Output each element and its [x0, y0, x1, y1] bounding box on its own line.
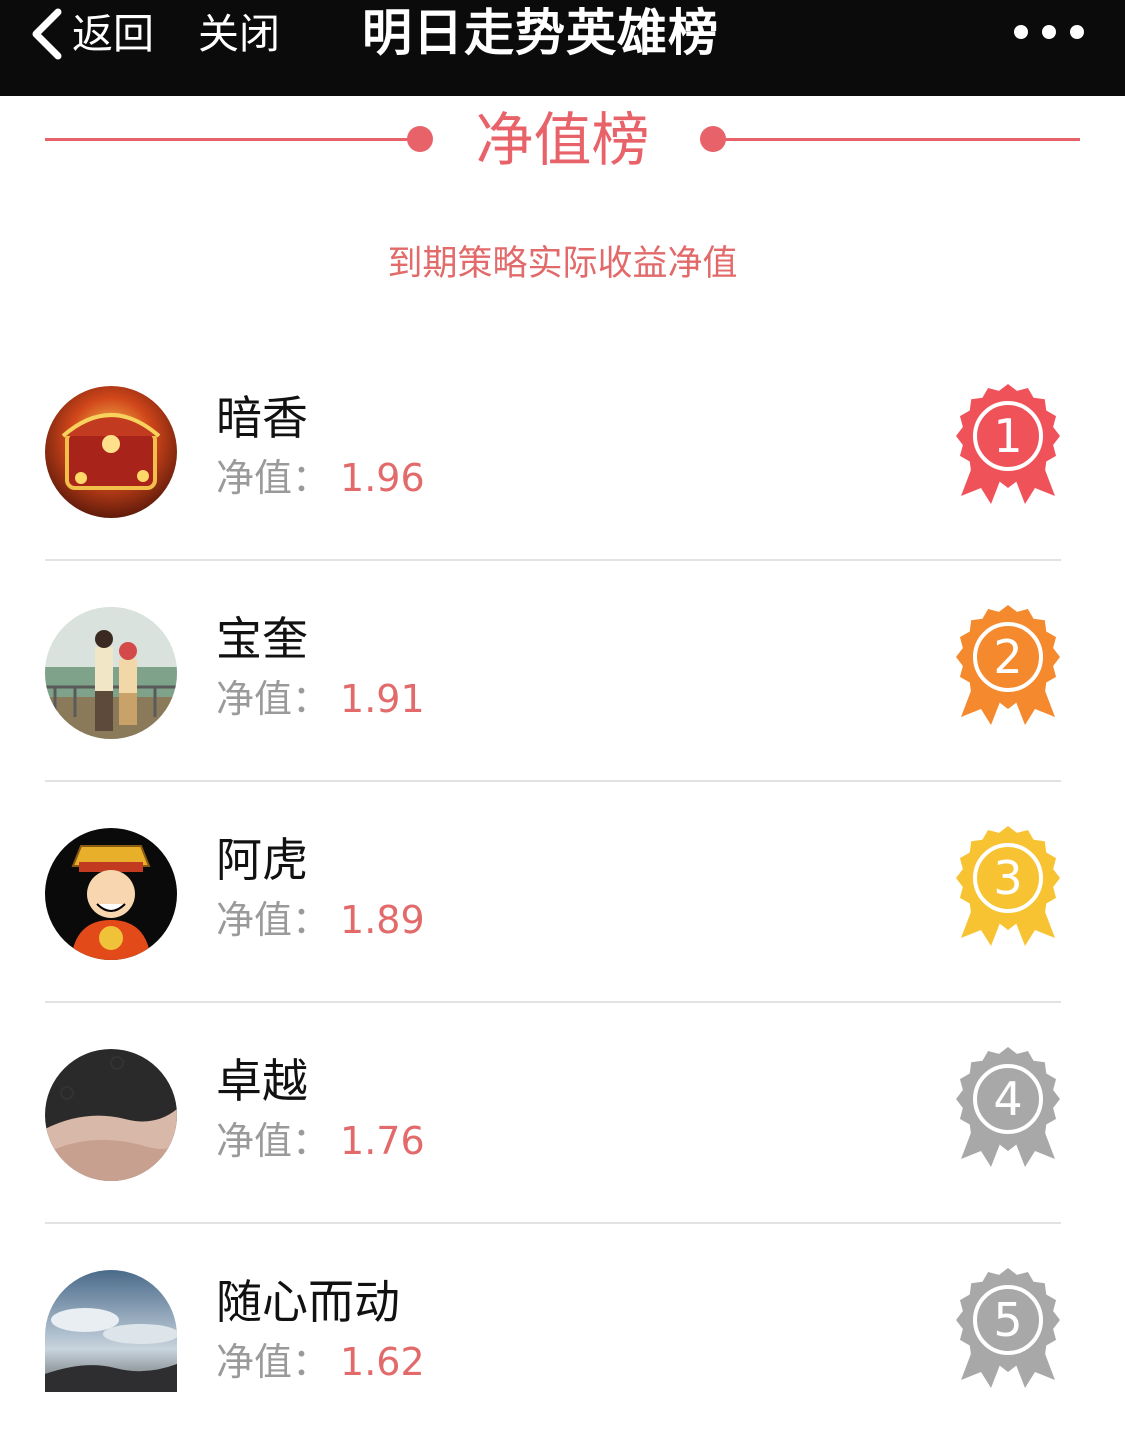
net-value-number: 1.91 — [340, 677, 425, 721]
net-value: 净值： 1.62 — [216, 1336, 425, 1388]
rank-number: 4 — [993, 1072, 1023, 1126]
user-name: 阿虎 — [216, 833, 308, 887]
net-value: 净值： 1.76 — [216, 1115, 425, 1167]
net-value-label: 净值： — [216, 677, 331, 721]
net-value-number: 1.89 — [340, 898, 425, 942]
net-value: 净值： 1.89 — [216, 894, 425, 946]
net-value-number: 1.62 — [340, 1340, 425, 1384]
cloudy-sky-avatar — [45, 1270, 177, 1392]
rank-medal-icon: 2 — [955, 605, 1061, 727]
treasure-box-avatar — [45, 386, 177, 518]
rank-medal-icon: 3 — [955, 826, 1061, 948]
holding-hands-avatar — [45, 1049, 177, 1181]
net-value: 净值： 1.96 — [216, 452, 425, 504]
rank-number: 5 — [993, 1293, 1023, 1347]
ranking-row[interactable]: 宝奎 净值： 1.91 2 — [0, 561, 1125, 782]
net-value-label: 净值： — [216, 898, 331, 942]
ranking-row[interactable]: 暗香 净值： 1.96 1 — [0, 340, 1125, 561]
chevron-left-icon — [26, 4, 66, 64]
navigation-bar: 返回 关闭 明日走势英雄榜 — [0, 0, 1125, 96]
more-dots-icon[interactable] — [1014, 20, 1084, 44]
net-value: 净值： 1.91 — [216, 673, 425, 725]
couple-balcony-avatar — [45, 607, 177, 739]
rank-number: 1 — [993, 409, 1023, 463]
rank-number: 3 — [993, 851, 1023, 905]
user-name: 暗香 — [216, 391, 308, 445]
ranking-row[interactable]: 卓越 净值： 1.76 4 — [0, 1003, 1125, 1224]
user-name: 卓越 — [216, 1054, 308, 1108]
back-button[interactable]: 返回 — [26, 4, 154, 64]
back-label: 返回 — [72, 10, 154, 58]
user-name: 随心而动 — [216, 1275, 400, 1329]
net-value-number: 1.96 — [340, 456, 425, 500]
page-title: 明日走势英雄榜 — [362, 4, 719, 62]
net-value-label: 净值： — [216, 1119, 331, 1163]
rank-number: 2 — [993, 630, 1023, 684]
section-header: 净值榜 — [0, 96, 1125, 186]
ranking-row[interactable]: 随心而动 净值： 1.62 5 — [0, 1224, 1125, 1445]
rank-medal-icon: 5 — [955, 1268, 1061, 1390]
header-divider-right — [712, 138, 1080, 141]
net-value-label: 净值： — [216, 1340, 331, 1384]
ranking-row[interactable]: 阿虎 净值： 1.89 3 — [0, 782, 1125, 1003]
god-of-wealth-avatar — [45, 828, 177, 960]
close-button[interactable]: 关闭 — [198, 4, 280, 64]
net-value-label: 净值： — [216, 456, 331, 500]
net-value-number: 1.76 — [340, 1119, 425, 1163]
rank-medal-icon: 4 — [955, 1047, 1061, 1169]
section-subtitle: 到期策略实际收益净值 — [387, 244, 738, 284]
user-name: 宝奎 — [216, 612, 308, 666]
rank-medal-icon: 1 — [955, 384, 1061, 506]
